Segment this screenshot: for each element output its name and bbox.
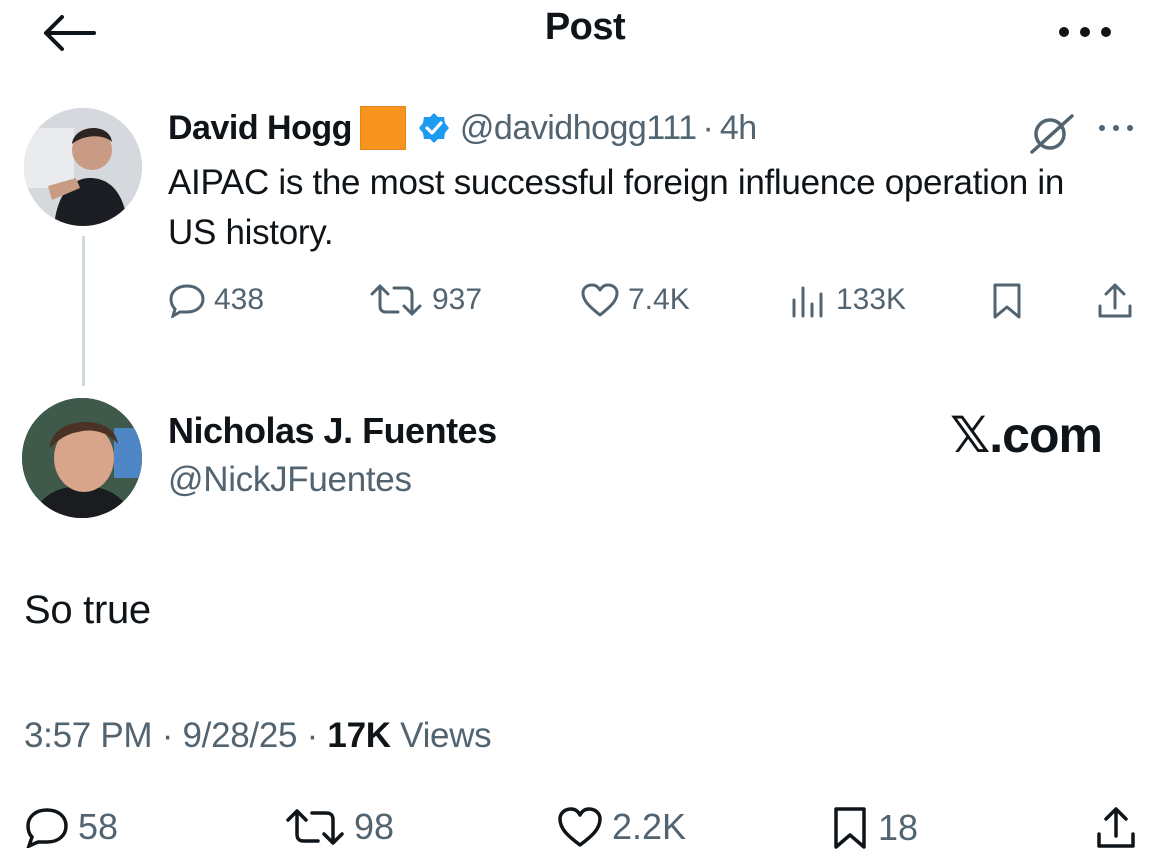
verified-badge-icon [418, 112, 450, 144]
reply-button[interactable]: 58 [24, 806, 118, 848]
quoted-post-text: AIPAC is the most successful foreign inf… [168, 163, 1065, 252]
reply-icon [169, 284, 205, 318]
author-handle[interactable]: @davidhogg111 [460, 109, 697, 148]
reply-count: 58 [78, 806, 119, 847]
analytics-icon [792, 286, 823, 318]
post-time[interactable]: 4h [720, 109, 757, 148]
bookmark-button[interactable] [990, 282, 1024, 320]
repost-icon [286, 809, 344, 845]
reply-count: 438 [214, 283, 265, 316]
author-name[interactable]: David Hogg [168, 109, 352, 148]
bookmark-count: 18 [878, 807, 919, 848]
bookmark-icon [993, 283, 1021, 319]
views-button[interactable]: 133K [788, 282, 906, 318]
views-count: 133K [836, 283, 907, 316]
like-button[interactable]: 7.4K [580, 282, 690, 318]
share-icon [1097, 807, 1135, 848]
more-horizontal-icon [1099, 125, 1133, 131]
avatar[interactable] [24, 108, 142, 226]
post-date[interactable]: 9/28/25 [182, 716, 297, 755]
repost-count: 98 [354, 806, 395, 847]
post-text: So true [24, 588, 151, 632]
more-horizontal-icon [1059, 27, 1111, 37]
reply-icon [26, 808, 68, 848]
post-meta: 3:57 PM · 9/28/25 · 17K Views [24, 716, 492, 756]
avatar[interactable] [22, 398, 142, 518]
repost-button[interactable]: 98 [284, 806, 394, 848]
like-count: 7.4K [628, 283, 690, 316]
repost-button[interactable]: 937 [368, 282, 482, 318]
share-button[interactable] [1094, 806, 1138, 850]
x-com-watermark: 𝕏.com [950, 407, 1103, 463]
orange-square-badge [359, 106, 406, 150]
thread-line [82, 236, 85, 386]
views-count: 17K [327, 716, 391, 755]
more-options-button[interactable] [1050, 12, 1120, 46]
bookmark-button[interactable]: 18 [830, 806, 918, 850]
author-handle[interactable]: @NickJFuentes [168, 460, 412, 500]
separator: · [161, 716, 174, 755]
post-more-button[interactable] [1090, 118, 1142, 138]
separator: · [306, 716, 319, 755]
repost-count: 937 [432, 283, 483, 316]
grok-icon[interactable] [1026, 110, 1078, 156]
like-count: 2.2K [612, 806, 687, 847]
views-label: Views [400, 716, 492, 755]
reply-button[interactable]: 438 [168, 282, 264, 318]
author-name[interactable]: Nicholas J. Fuentes [168, 410, 497, 452]
share-button[interactable] [1096, 282, 1134, 320]
repost-icon [370, 284, 422, 316]
heart-icon [581, 283, 619, 317]
page-title: Post [544, 6, 626, 48]
share-icon [1098, 283, 1132, 318]
like-button[interactable]: 2.2K [556, 806, 686, 848]
post-time[interactable]: 3:57 PM [24, 716, 153, 755]
quoted-post-header: David Hogg @davidhogg111 · 4h [168, 102, 757, 154]
bookmark-icon [834, 807, 866, 849]
heart-icon [558, 807, 602, 847]
separator: · [702, 108, 714, 147]
